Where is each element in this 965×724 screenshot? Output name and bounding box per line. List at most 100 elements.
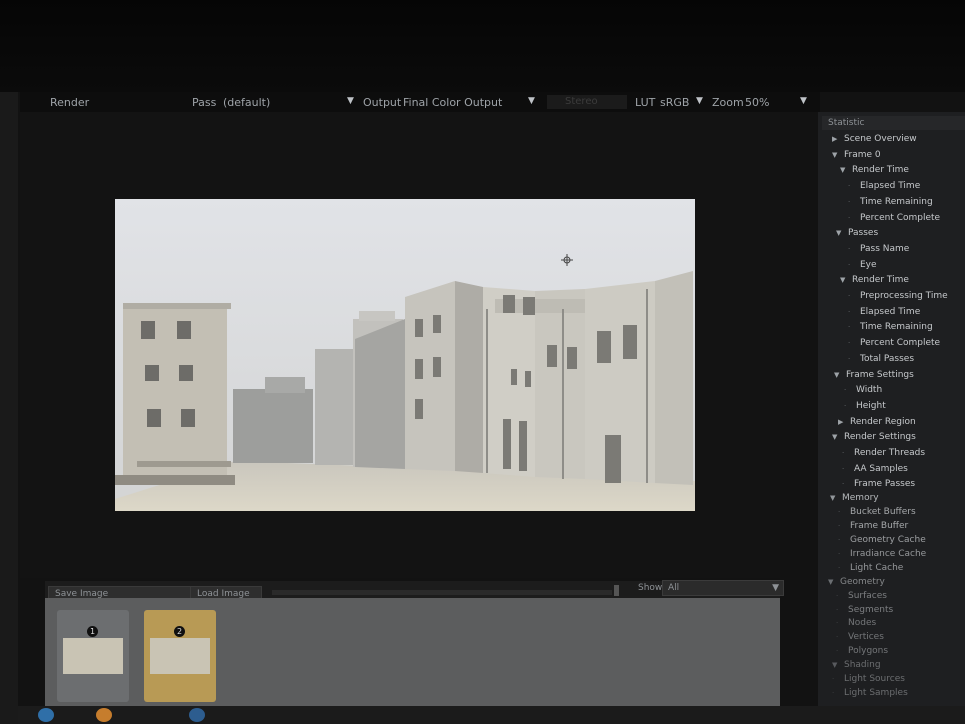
history-thumbnail[interactable]: 1: [57, 610, 129, 702]
tree-leaf-dot-icon: ·: [842, 480, 845, 489]
crosshair-cursor-icon: [561, 254, 573, 266]
tree-leaf-dot-icon: ·: [838, 563, 841, 572]
zoom-label: Zoom: [712, 96, 744, 109]
statistics-tree-item[interactable]: Percent Complete: [860, 213, 940, 223]
show-dropdown-value: All: [668, 583, 680, 593]
statistics-tree-item[interactable]: Shading: [844, 660, 881, 670]
collapse-arrow-icon[interactable]: ▼: [840, 166, 845, 174]
tree-leaf-dot-icon: ·: [838, 536, 841, 544]
history-thumbnail-selected[interactable]: 2: [144, 610, 216, 702]
statistics-tree-item[interactable]: Elapsed Time: [860, 181, 920, 191]
tree-leaf-dot-icon: ·: [842, 449, 845, 457]
render-toolbar: Render Pass (default) ▼ Output Final Col…: [20, 92, 820, 112]
collapse-arrow-icon[interactable]: ▼: [836, 229, 841, 237]
statistics-tree-item[interactable]: Bucket Buffers: [850, 507, 916, 517]
statistics-tree-item[interactable]: Polygons: [848, 646, 888, 656]
statistics-tree-item[interactable]: Height: [856, 401, 886, 411]
lut-label: LUT: [635, 96, 656, 109]
tree-leaf-dot-icon: ·: [848, 260, 851, 269]
history-slider-handle[interactable]: [614, 585, 619, 596]
statistics-tree-item[interactable]: Render Time: [852, 275, 909, 285]
tree-leaf-dot-icon: ·: [836, 619, 839, 628]
statistics-tree-item[interactable]: Irradiance Cache: [850, 549, 926, 559]
statistics-tree-item[interactable]: Time Remaining: [860, 197, 933, 207]
collapse-arrow-icon[interactable]: ▼: [832, 433, 837, 441]
collapse-arrow-icon[interactable]: ▼: [832, 151, 837, 159]
tree-leaf-dot-icon: ·: [832, 688, 835, 697]
statistics-tree-item[interactable]: Elapsed Time: [860, 307, 920, 317]
statistics-tree-item[interactable]: Pass Name: [860, 244, 909, 254]
statistics-tree-item[interactable]: Frame Passes: [854, 479, 915, 489]
show-dropdown-arrow-icon: ▼: [772, 583, 779, 593]
taskbar-app-icon[interactable]: [96, 708, 112, 722]
statistics-tree-item[interactable]: Surfaces: [848, 591, 887, 601]
statistics-tree-item[interactable]: Geometry: [840, 577, 885, 587]
statistics-tree-item[interactable]: Frame 0: [844, 150, 881, 160]
output-label: Output: [363, 96, 402, 109]
rendered-street-scene: [115, 199, 695, 511]
tree-leaf-dot-icon: ·: [836, 647, 839, 656]
statistics-tree-item[interactable]: Light Cache: [850, 563, 903, 573]
statistics-tree-item[interactable]: Frame Buffer: [850, 521, 908, 531]
tree-leaf-dot-icon: ·: [848, 244, 851, 253]
statistics-tree-item[interactable]: Scene Overview: [844, 134, 917, 144]
statistics-tree-item[interactable]: Light Sources: [844, 674, 905, 684]
statistics-tree-item[interactable]: Preprocessing Time: [860, 291, 948, 301]
tree-leaf-dot-icon: ·: [842, 464, 845, 473]
collapse-arrow-icon[interactable]: ▼: [840, 276, 845, 284]
history-thumbnail-number: 2: [174, 626, 185, 637]
zoom-dropdown[interactable]: 50%: [745, 96, 769, 109]
statistics-tree-item[interactable]: Eye: [860, 260, 877, 270]
collapse-arrow-icon[interactable]: ▼: [830, 494, 835, 502]
statistics-tree-item[interactable]: Render Region: [850, 417, 916, 427]
statistics-tree-item[interactable]: Light Samples: [844, 688, 908, 698]
statistics-tree-item[interactable]: Render Threads: [854, 448, 925, 458]
statistics-tree-item[interactable]: AA Samples: [854, 464, 908, 474]
tree-leaf-dot-icon: ·: [848, 339, 851, 348]
collapse-arrow-icon[interactable]: ▼: [832, 661, 837, 669]
show-dropdown[interactable]: All ▼: [662, 580, 784, 596]
statistics-tree-item[interactable]: Percent Complete: [860, 338, 940, 348]
tree-leaf-dot-icon: ·: [848, 197, 851, 206]
tree-leaf-dot-icon: ·: [838, 508, 841, 517]
output-dropdown[interactable]: Final Color Output: [403, 96, 502, 109]
statistics-tree-item[interactable]: Nodes: [848, 618, 876, 628]
history-thumbnail-image: [150, 638, 210, 674]
taskbar-app-icon[interactable]: [189, 708, 205, 722]
statistics-tree-item[interactable]: Segments: [848, 605, 893, 615]
history-thumbnail-number: 1: [87, 626, 98, 637]
tree-leaf-dot-icon: ·: [844, 386, 847, 395]
statistics-tree-item[interactable]: Vertices: [848, 632, 884, 642]
statistics-tree-item[interactable]: Memory: [842, 493, 879, 503]
statistics-tree-item[interactable]: Passes: [848, 228, 878, 238]
statistics-tree-item[interactable]: Render Time: [852, 165, 909, 175]
statistics-tree-item[interactable]: Render Settings: [844, 432, 916, 442]
statistics-tree-item[interactable]: Frame Settings: [846, 370, 914, 380]
statistics-tree-item[interactable]: Width: [856, 385, 882, 395]
statistics-tree-item[interactable]: Geometry Cache: [850, 535, 926, 545]
statistics-panel-header: Statistic: [822, 116, 965, 130]
tree-leaf-dot-icon: ·: [848, 182, 851, 191]
tree-leaf-dot-icon: ·: [838, 549, 841, 558]
output-dropdown-arrow-icon[interactable]: ▼: [528, 96, 535, 106]
show-label: Show: [638, 583, 663, 593]
history-thumbnail-image: [63, 638, 123, 674]
history-slider-track[interactable]: [272, 590, 612, 595]
tree-leaf-dot-icon: ·: [848, 292, 851, 300]
zoom-dropdown-arrow-icon[interactable]: ▼: [800, 96, 807, 106]
pass-dropdown[interactable]: (default): [223, 96, 270, 109]
render-image: [115, 199, 695, 511]
statistics-tree-item[interactable]: Time Remaining: [860, 322, 933, 332]
expand-arrow-icon[interactable]: ▶: [832, 135, 837, 143]
pass-dropdown-arrow-icon[interactable]: ▼: [347, 96, 354, 106]
tree-leaf-dot-icon: ·: [838, 522, 841, 531]
collapse-arrow-icon[interactable]: ▼: [834, 371, 839, 379]
tree-leaf-dot-icon: ·: [848, 354, 851, 363]
lut-dropdown[interactable]: sRGB: [660, 96, 689, 109]
statistics-tree-item[interactable]: Total Passes: [860, 354, 914, 364]
expand-arrow-icon[interactable]: ▶: [838, 418, 843, 426]
collapse-arrow-icon[interactable]: ▼: [828, 578, 833, 586]
stereo-dropdown[interactable]: Stereo: [561, 95, 627, 109]
lut-dropdown-arrow-icon[interactable]: ▼: [696, 96, 703, 106]
start-button-icon[interactable]: [38, 708, 54, 722]
